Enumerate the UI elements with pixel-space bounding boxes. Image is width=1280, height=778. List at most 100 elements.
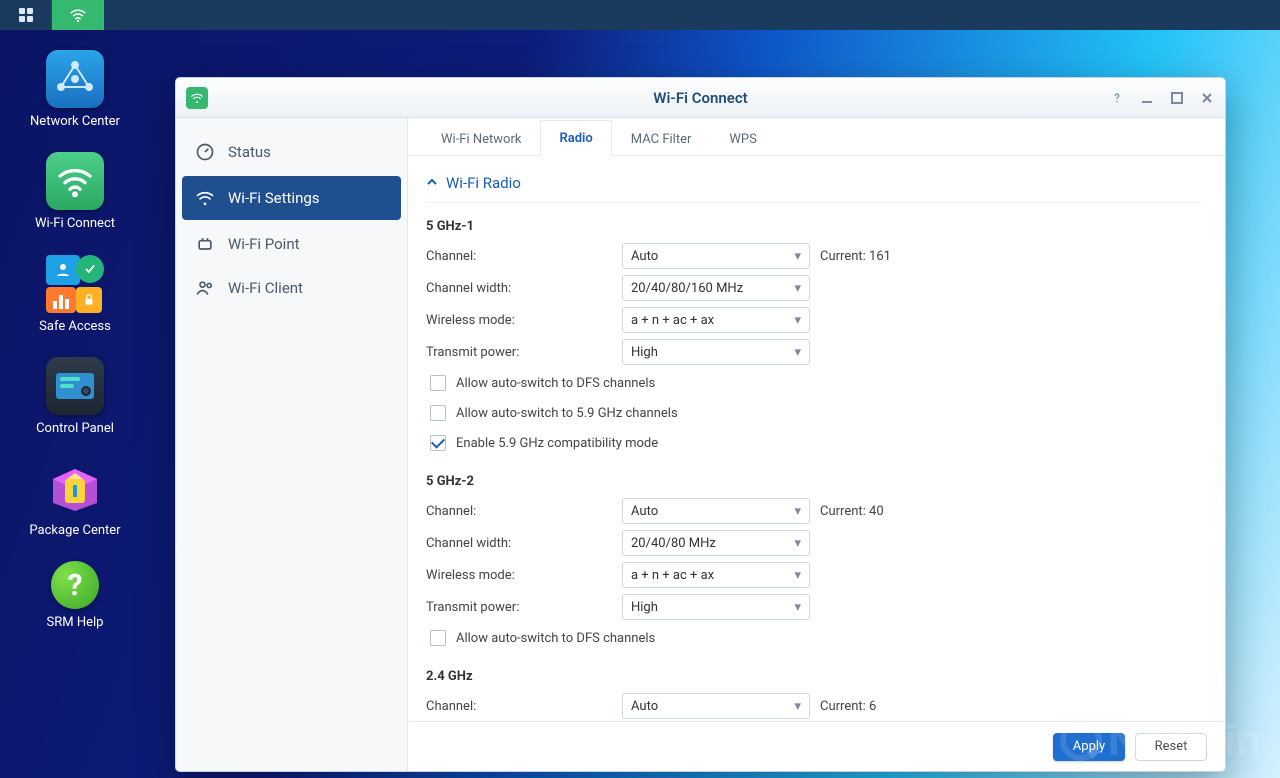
desktop-icon-safe-access[interactable]: Safe Access	[0, 255, 150, 335]
tabs: Wi-Fi Network Radio MAC Filter WPS	[408, 118, 1225, 156]
form-row: Channel width: 20/40/80/160 MHz ▾	[426, 272, 1201, 304]
form-row: Channel width: 20/40/80 MHz ▾	[426, 527, 1201, 559]
select-value: Auto	[631, 249, 658, 264]
chevron-down-icon: ▾	[794, 313, 801, 328]
chevron-down-icon: ▾	[794, 249, 801, 264]
chevron-down-icon: ▾	[794, 568, 801, 583]
sidebar-item-status[interactable]: Status	[176, 130, 407, 174]
select-dropdown[interactable]: Auto▾	[622, 498, 810, 524]
apply-button[interactable]: Apply	[1053, 733, 1125, 761]
desktop-icon-label: Safe Access	[39, 319, 111, 335]
field-label: Transmit power:	[426, 345, 622, 360]
checkbox-label: Allow auto-switch to DFS channels	[456, 631, 655, 646]
select-value: High	[631, 345, 658, 360]
checkbox-row: Allow auto-switch to DFS channels	[426, 368, 1201, 398]
sidebar: Status Wi-Fi Settings Wi-Fi Point Wi-Fi …	[176, 118, 408, 771]
desktop-icon-control-panel[interactable]: Control Panel	[0, 357, 150, 437]
form-row: Transmit power: High ▾	[426, 591, 1201, 623]
select-dropdown[interactable]: a + n + ac + ax ▾	[622, 562, 810, 588]
field-aux: Current: 161	[820, 249, 891, 264]
chevron-down-icon: ▾	[794, 699, 801, 714]
checkbox-label: Allow auto-switch to DFS channels	[456, 376, 655, 391]
field-label: Transmit power:	[426, 600, 622, 615]
select-value: 20/40/80 MHz	[631, 536, 716, 551]
field-label: Wireless mode:	[426, 568, 622, 583]
desktop-icon-network-center[interactable]: Network Center	[0, 50, 150, 130]
reset-button[interactable]: Reset	[1135, 733, 1207, 761]
access-point-icon	[194, 233, 216, 255]
sidebar-item-label: Wi-Fi Settings	[228, 189, 320, 207]
checkbox[interactable]	[430, 375, 446, 391]
sidebar-item-label: Wi-Fi Client	[228, 279, 303, 297]
sidebar-item-label: Status	[228, 143, 271, 161]
select-dropdown[interactable]: 20/40/80 MHz ▾	[622, 530, 810, 556]
sidebar-item-wifi-point[interactable]: Wi-Fi Point	[176, 222, 407, 266]
desktop-icon-wifi-connect[interactable]: Wi-Fi Connect	[0, 152, 150, 232]
maximize-icon[interactable]	[1169, 90, 1185, 106]
tab-wifi-network[interactable]: Wi-Fi Network	[422, 121, 540, 156]
select-value: a + n + ac + ax	[631, 313, 714, 328]
desktop-icon-label: Network Center	[30, 114, 120, 130]
chevron-down-icon: ▾	[794, 536, 801, 551]
sidebar-item-label: Wi-Fi Point	[228, 235, 300, 253]
titlebar[interactable]: Wi-Fi Connect	[176, 78, 1225, 118]
checkbox-row: Allow auto-switch to DFS channels	[426, 623, 1201, 653]
wifi-connect-window: Wi-Fi Connect Status Wi-Fi Settings Wi-F…	[175, 77, 1226, 772]
form-row: Wireless mode: a + n + ac + ax ▾	[426, 559, 1201, 591]
select-dropdown[interactable]: 20/40/80/160 MHz ▾	[622, 275, 810, 301]
wifi-icon	[194, 187, 216, 209]
minimize-icon[interactable]	[1139, 90, 1155, 106]
desktop-icon-label: SRM Help	[47, 615, 104, 631]
select-value: a + n + ac + ax	[631, 568, 714, 583]
help-icon[interactable]	[1109, 90, 1125, 106]
taskbar-apps-button[interactable]	[0, 0, 52, 30]
select-dropdown[interactable]: Auto ▾	[622, 693, 810, 719]
desktop-icon-label: Wi-Fi Connect	[35, 216, 115, 232]
desktop-icon-label: Control Panel	[36, 421, 114, 437]
desktop-icon-srm-help[interactable]: ? SRM Help	[0, 561, 150, 631]
desktop-icon-package-center[interactable]: Package Center	[0, 459, 150, 539]
select-value: Auto	[631, 699, 658, 714]
chevron-down-icon: ▾	[794, 600, 801, 615]
window-title: Wi-Fi Connect	[176, 89, 1225, 107]
desktop-icons: Network Center Wi-Fi Connect Safe Access…	[0, 30, 170, 654]
band-title: 5 GHz-2	[426, 474, 1201, 489]
select-dropdown[interactable]: Auto ▾	[622, 243, 810, 269]
select-dropdown[interactable]: High ▾	[622, 594, 810, 620]
content-scroll[interactable]: Wi-Fi Radio 5 GHz-1Channel:Auto▾Current:…	[408, 156, 1219, 721]
field-label: Channel:	[426, 504, 622, 519]
checkbox-row: Allow auto-switch to 5.9 GHz channels	[426, 398, 1201, 428]
select-value: 20/40/80/160 MHz	[631, 281, 743, 296]
desktop-icon-label: Package Center	[29, 523, 120, 539]
form-row: Transmit power: High ▾	[426, 336, 1201, 368]
field-label: Channel width:	[426, 536, 622, 551]
chevron-up-icon	[426, 174, 438, 192]
form-row: Channel:Auto▾ Current: 40	[426, 495, 1201, 527]
select-dropdown[interactable]: a + n + ac + ax ▾	[622, 307, 810, 333]
select-value: High	[631, 600, 658, 615]
checkbox[interactable]	[430, 630, 446, 646]
close-icon[interactable]	[1199, 90, 1215, 106]
select-dropdown[interactable]: High ▾	[622, 339, 810, 365]
section-title: Wi-Fi Radio	[446, 174, 521, 192]
field-aux: Current: 6	[820, 699, 876, 714]
field-aux: Current: 40	[820, 504, 884, 519]
checkbox[interactable]	[430, 405, 446, 421]
sidebar-item-wifi-settings[interactable]: Wi-Fi Settings	[182, 176, 401, 220]
tab-mac-filter[interactable]: MAC Filter	[612, 121, 711, 156]
checkbox[interactable]	[430, 435, 446, 451]
band-title: 2.4 GHz	[426, 669, 1201, 684]
taskbar-wifi-connect-button[interactable]	[52, 0, 104, 30]
band-title: 5 GHz-1	[426, 219, 1201, 234]
taskbar	[0, 0, 1280, 30]
chevron-down-icon: ▾	[794, 345, 801, 360]
users-icon	[194, 277, 216, 299]
sidebar-item-wifi-client[interactable]: Wi-Fi Client	[176, 266, 407, 310]
select-value: Auto	[631, 504, 658, 519]
field-label: Channel width:	[426, 281, 622, 296]
tab-radio[interactable]: Radio	[540, 120, 611, 156]
tab-wps[interactable]: WPS	[710, 121, 775, 156]
field-label: Channel:	[426, 249, 622, 264]
section-toggle-wifi-radio[interactable]: Wi-Fi Radio	[426, 170, 1201, 203]
chevron-down-icon: ▾	[794, 281, 801, 296]
